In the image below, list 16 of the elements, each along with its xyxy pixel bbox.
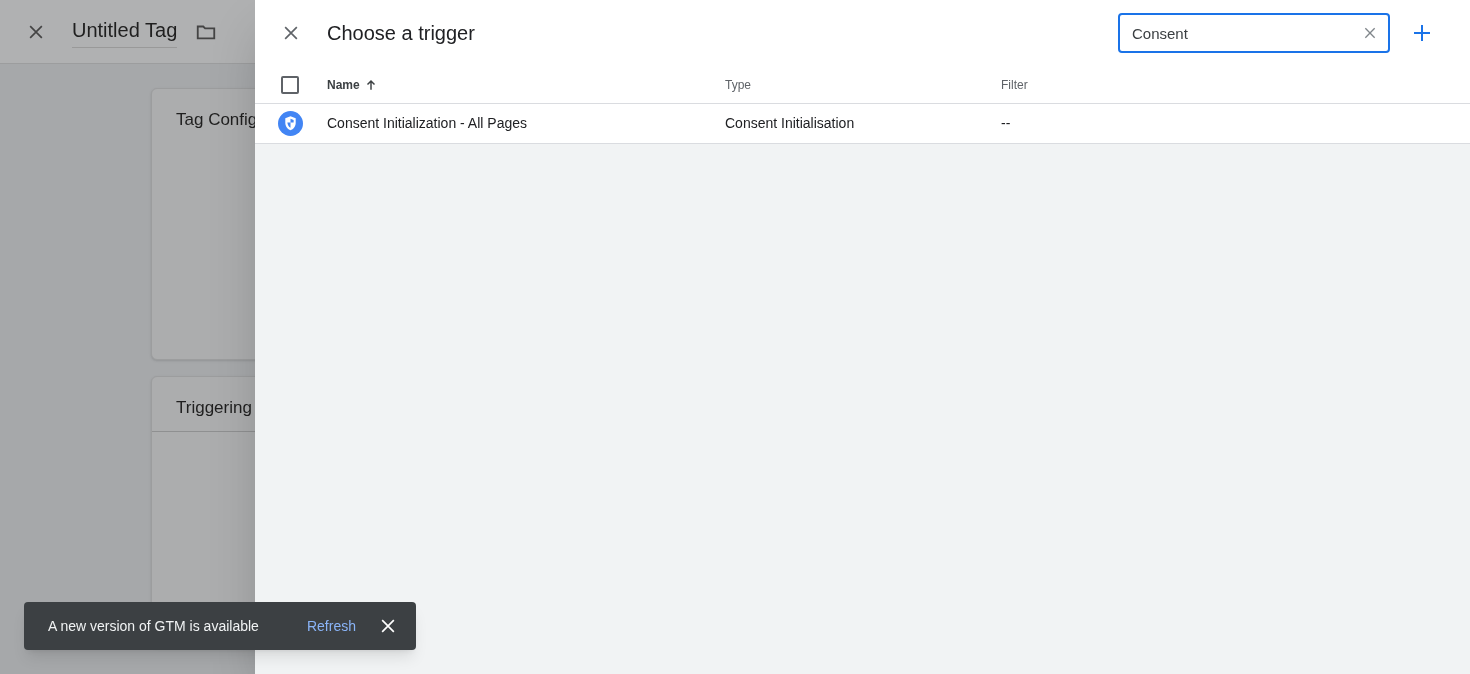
tag-title: Untitled Tag: [72, 15, 178, 48]
search-field[interactable]: Consent: [1118, 13, 1390, 53]
card-title: Triggering: [176, 398, 252, 417]
select-all-checkbox[interactable]: [281, 75, 299, 94]
panel-title: Choose a trigger: [327, 21, 475, 46]
clear-icon: [1362, 25, 1378, 41]
trigger-row[interactable]: Consent Initialization - All Pages Consent Initialisation --: [255, 104, 1470, 144]
refresh-link[interactable]: Refresh: [306, 615, 356, 637]
column-header[interactable]: Type: [725, 75, 751, 94]
snackbar-message: A new version of GTM is available: [48, 616, 260, 636]
table-cell-text: Consent Initialization - All Pages: [327, 114, 528, 133]
column-header[interactable]: Filter: [1001, 75, 1028, 94]
shield-icon: [278, 111, 303, 136]
table-cell-text: --: [1001, 114, 1011, 133]
column-header[interactable]: Name: [327, 75, 360, 94]
table-cell-text: Consent Initialisation: [725, 114, 856, 133]
